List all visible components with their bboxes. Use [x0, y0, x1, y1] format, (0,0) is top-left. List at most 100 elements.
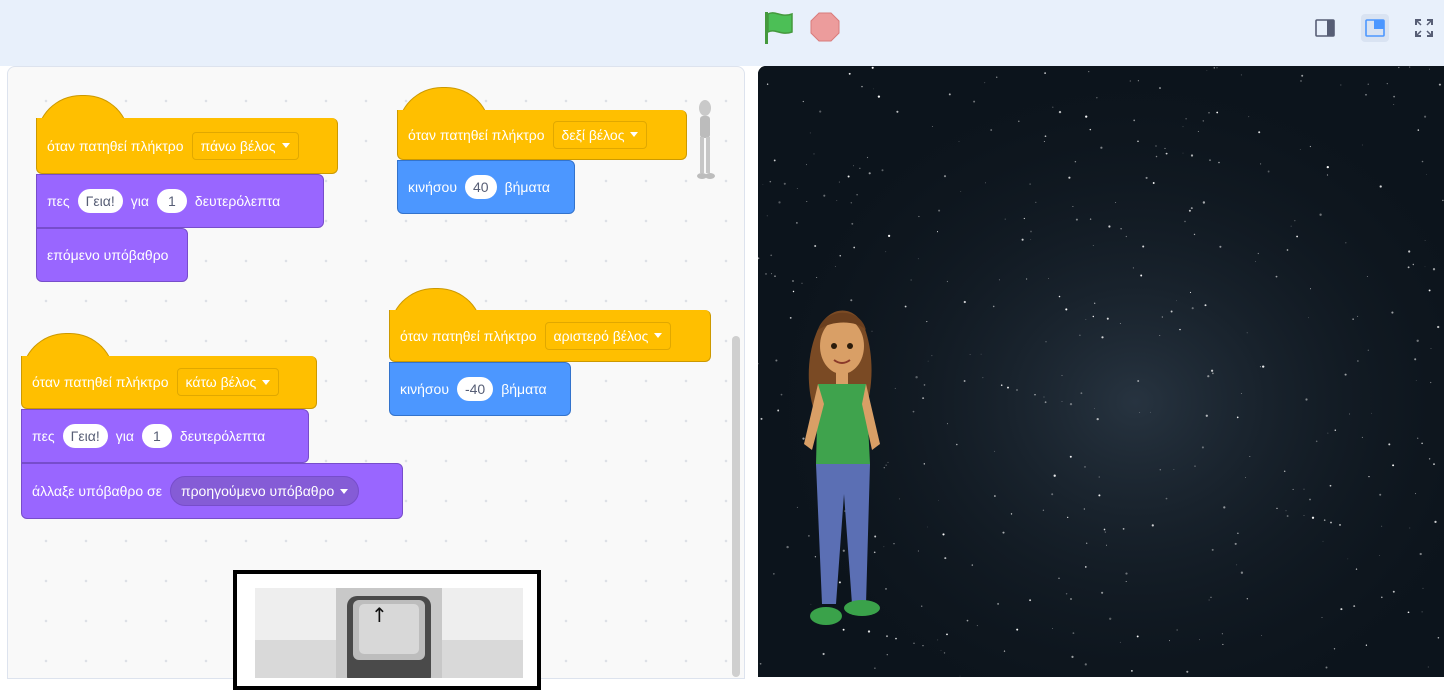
star: [836, 200, 838, 202]
star: [801, 282, 803, 284]
girl-sprite[interactable]: [794, 294, 894, 642]
star: [1161, 316, 1163, 318]
star: [887, 234, 891, 238]
star: [1240, 393, 1242, 394]
star: [1325, 666, 1328, 669]
star: [760, 417, 763, 420]
star: [1136, 635, 1139, 638]
star: [1379, 185, 1382, 188]
star: [1409, 527, 1411, 529]
star: [1417, 129, 1420, 131]
star: [976, 625, 978, 627]
green-flag-icon[interactable]: [763, 10, 795, 46]
star: [912, 410, 915, 413]
star: [759, 662, 762, 665]
say-for-secs-block-up[interactable]: πες Γεια! για 1 δευτερόλεπτα: [36, 174, 324, 228]
star: [1213, 67, 1216, 69]
say-text-input[interactable]: Γεια!: [62, 424, 108, 448]
fullscreen-button[interactable]: [1410, 14, 1438, 42]
star: [1412, 263, 1414, 266]
star: [1007, 386, 1009, 389]
star: [1407, 266, 1410, 269]
small-stage-button[interactable]: [1311, 14, 1339, 42]
move-steps-block-left[interactable]: κινήσου -40 βήματα: [389, 362, 571, 416]
star: [1267, 170, 1270, 173]
star: [1208, 112, 1210, 114]
switch-backdrop-block[interactable]: άλλαξε υπόβαθρο σε προηγούμενο υπόβαθρο: [21, 463, 403, 519]
star: [1433, 463, 1435, 465]
star: [802, 100, 804, 103]
stage[interactable]: [758, 66, 1444, 677]
star: [895, 637, 897, 640]
next-backdrop-block[interactable]: επόμενο υπόβαθρο: [36, 228, 188, 282]
say-for-secs-block-down[interactable]: πες Γεια! για 1 δευτερόλεπτα: [21, 409, 309, 463]
steps-input[interactable]: -40: [456, 377, 494, 401]
star: [927, 526, 928, 528]
star: [1034, 394, 1036, 396]
star: [904, 305, 907, 308]
star: [1109, 617, 1112, 620]
star: [775, 359, 778, 362]
star: [1120, 227, 1122, 230]
star: [1310, 288, 1312, 290]
star: [997, 602, 1000, 605]
move-steps-block-right[interactable]: κινήσου 40 βήματα: [397, 160, 575, 214]
steps-input[interactable]: 40: [464, 175, 497, 199]
star: [1088, 71, 1090, 73]
workspace-scrollbar[interactable]: [732, 336, 740, 677]
star: [809, 132, 811, 134]
star: [1125, 580, 1127, 583]
star: [992, 305, 995, 308]
star: [1421, 442, 1423, 445]
secs-input[interactable]: 1: [156, 189, 187, 213]
star: [1442, 199, 1444, 202]
star: [783, 182, 786, 185]
star: [1084, 663, 1087, 666]
star: [816, 277, 818, 279]
star: [851, 222, 854, 225]
star: [938, 499, 939, 501]
star: [1058, 110, 1062, 114]
when-down-key-pressed-block[interactable]: όταν πατηθεί πλήκτρο κάτω βέλος: [21, 356, 317, 409]
star: [1429, 68, 1430, 70]
star: [1042, 509, 1045, 511]
star: [1131, 670, 1133, 672]
key-dropdown-down[interactable]: κάτω βέλος: [176, 368, 280, 396]
when-left-key-pressed-block[interactable]: όταν πατηθεί πλήκτρο αριστερό βέλος: [389, 310, 711, 362]
when-up-key-pressed-block[interactable]: όταν πατηθεί πλήκτρο πάνω βέλος: [36, 118, 338, 174]
star: [1197, 131, 1199, 133]
key-dropdown-left[interactable]: αριστερό βέλος: [544, 321, 672, 350]
say-text-input[interactable]: Γεια!: [77, 189, 123, 213]
key-dropdown-up[interactable]: πάνω βέλος: [191, 131, 299, 160]
star: [944, 557, 947, 560]
star: [1159, 469, 1162, 471]
star: [1322, 540, 1324, 542]
star: [1339, 524, 1341, 526]
star: [1106, 317, 1109, 320]
backdrop-dropdown[interactable]: προηγούμενο υπόβαθρο: [169, 476, 360, 506]
key-dropdown-right[interactable]: δεξί βέλος: [552, 120, 648, 149]
secs-input[interactable]: 1: [141, 424, 172, 448]
star: [1386, 82, 1388, 85]
star: [1299, 149, 1301, 150]
star: [786, 545, 789, 549]
star: [1101, 591, 1104, 594]
star: [1365, 93, 1367, 96]
star: [1333, 648, 1336, 650]
normal-stage-button[interactable]: [1361, 14, 1389, 42]
when-right-key-pressed-block[interactable]: όταν πατηθεί πλήκτρο δεξί βέλος: [397, 110, 687, 160]
star: [1044, 135, 1047, 138]
star: [1018, 120, 1020, 123]
star: [1437, 636, 1440, 639]
star: [1159, 87, 1161, 89]
star: [1132, 267, 1134, 269]
star: [773, 159, 776, 162]
star: [1414, 358, 1417, 361]
star: [1094, 408, 1095, 409]
stop-icon[interactable]: [810, 12, 840, 42]
star: [1199, 639, 1200, 641]
star: [1347, 558, 1349, 560]
star: [792, 290, 795, 293]
star: [1286, 249, 1289, 251]
star: [1165, 152, 1168, 155]
